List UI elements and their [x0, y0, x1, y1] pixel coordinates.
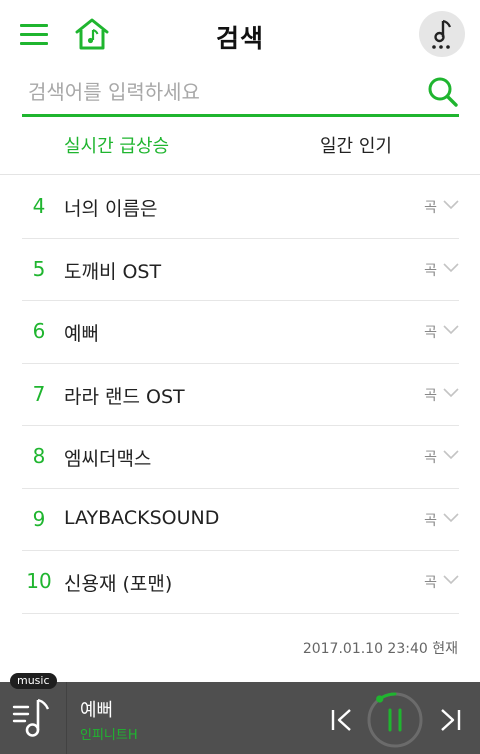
chevron-down-icon[interactable]	[443, 262, 459, 273]
rank-type: 곡	[424, 262, 437, 279]
rank-title: 신용재 (포맨)	[64, 573, 173, 595]
list-item[interactable]: 6 예뻐 곡	[22, 301, 459, 364]
track-artist[interactable]: 인피니트H	[80, 724, 138, 743]
rank-type: 곡	[424, 512, 437, 529]
chevron-down-icon[interactable]	[443, 512, 459, 523]
chevron-down-icon[interactable]	[443, 575, 459, 585]
search-icon[interactable]	[427, 75, 459, 109]
rank-type: 곡	[424, 200, 437, 216]
chevron-down-icon[interactable]	[443, 200, 459, 210]
chevron-down-icon[interactable]	[443, 387, 459, 398]
rank-number: 5	[32, 256, 46, 281]
list-item[interactable]: 8 엠씨더맥스 곡	[22, 426, 459, 489]
search-bar	[22, 72, 459, 117]
search-input[interactable]	[28, 75, 418, 109]
rank-title: 엠씨더맥스	[64, 448, 152, 470]
ranking-tabs: 실시간 급상승 일간 인기	[22, 120, 459, 170]
rank-type: 곡	[424, 325, 437, 341]
chevron-down-icon[interactable]	[443, 450, 459, 460]
rank-title: 너의 이름은	[64, 198, 158, 220]
tab-realtime[interactable]: 실시간 급상승	[64, 132, 169, 158]
tab-daily[interactable]: 일간 인기	[320, 132, 392, 158]
rank-title: 도깨비 OST	[64, 260, 162, 283]
list-item[interactable]: 9 LAYBACKSOUND 곡	[22, 489, 459, 551]
music-note-more-icon[interactable]	[419, 11, 465, 57]
rank-number: 7	[32, 381, 46, 406]
rank-number: 6	[32, 319, 46, 343]
timestamp: 2017.01.10 23:40 현재	[302, 641, 458, 657]
list-item[interactable]: 10 신용재 (포맨) 곡	[22, 551, 459, 614]
page-title: 검색	[215, 24, 264, 53]
divider	[66, 682, 67, 754]
rank-number: 8	[32, 444, 46, 468]
list-item[interactable]: 7 라라 랜드 OST 곡	[22, 364, 459, 426]
rank-type: 곡	[424, 575, 437, 591]
rank-number: 10	[26, 569, 52, 593]
next-track-icon[interactable]	[438, 706, 462, 734]
rank-type: 곡	[424, 450, 437, 466]
rank-number: 9	[32, 506, 46, 531]
chevron-down-icon[interactable]	[443, 325, 459, 335]
rank-number: 4	[32, 194, 46, 218]
previous-track-icon[interactable]	[330, 706, 354, 734]
rank-title: 라라 랜드 OST	[64, 385, 185, 408]
music-badge: music	[10, 673, 57, 689]
top-bar: 검색	[0, 0, 480, 70]
pause-button[interactable]	[366, 691, 424, 749]
track-title[interactable]: 예뻐	[80, 696, 113, 722]
rank-title: LAYBACKSOUND	[64, 506, 220, 529]
ranking-list: 4 너의 이름은 곡 5 도깨비 OST 곡 6 예뻐 곡 7 라라 랜드 OS…	[22, 176, 459, 614]
divider	[0, 174, 480, 175]
rank-title: 예뻐	[64, 323, 99, 345]
list-item[interactable]: 5 도깨비 OST 곡	[22, 239, 459, 301]
rank-type: 곡	[424, 387, 437, 404]
list-item[interactable]: 4 너의 이름은 곡	[22, 176, 459, 239]
playlist-icon[interactable]	[12, 696, 54, 740]
